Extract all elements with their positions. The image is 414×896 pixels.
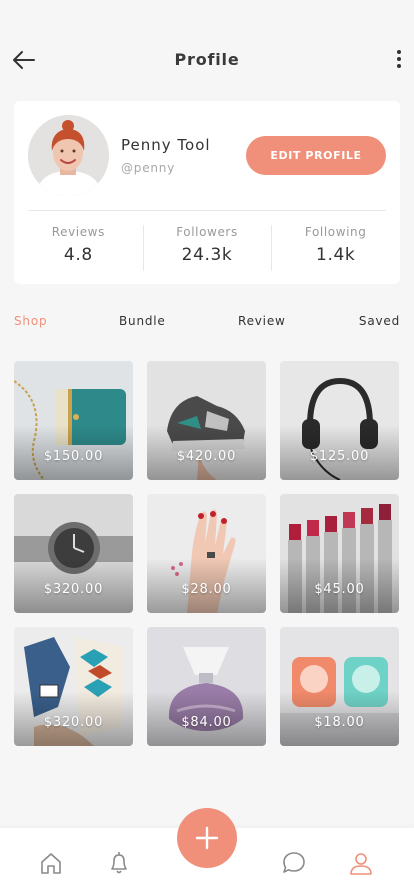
header: Profile xyxy=(0,0,414,100)
product-tile[interactable]: $125.00 xyxy=(280,361,399,480)
tab-saved[interactable]: Saved xyxy=(359,314,400,328)
divider xyxy=(28,210,386,211)
product-tile[interactable]: $420.00 xyxy=(147,361,266,480)
nav-notifications[interactable] xyxy=(106,850,132,876)
product-tile[interactable]: $320.00 xyxy=(14,627,133,746)
add-button[interactable] xyxy=(177,808,237,868)
user-icon xyxy=(350,853,372,875)
product-tile[interactable]: $45.00 xyxy=(280,494,399,613)
product-price: $320.00 xyxy=(43,715,104,730)
tab-shop[interactable]: Shop xyxy=(14,314,47,328)
dot-icon xyxy=(397,64,401,68)
edit-profile-button[interactable]: EDIT PROFILE xyxy=(246,136,386,175)
product-tile[interactable]: $150.00 xyxy=(14,361,133,480)
tab-review[interactable]: Review xyxy=(238,314,286,328)
product-price: $125.00 xyxy=(309,449,370,464)
nav-profile[interactable] xyxy=(348,850,374,876)
product-tile[interactable]: $28.00 xyxy=(147,494,266,613)
product-tile[interactable]: $18.00 xyxy=(280,627,399,746)
profile-tabs: Shop Bundle Review Saved xyxy=(14,314,400,334)
stat-value: 1.4k xyxy=(316,245,356,265)
product-tile[interactable]: $320.00 xyxy=(14,494,133,613)
page-title: Profile xyxy=(174,50,240,69)
home-icon xyxy=(41,853,61,874)
nav-messages[interactable] xyxy=(281,850,307,876)
nav-home[interactable] xyxy=(38,850,64,876)
chat-icon xyxy=(283,852,305,873)
bell-icon xyxy=(111,852,127,874)
stat-followers[interactable]: Followers 24.3k xyxy=(142,225,272,271)
product-price: $18.00 xyxy=(314,715,365,730)
stat-label: Following xyxy=(304,225,367,239)
more-options-button[interactable] xyxy=(394,48,404,72)
product-price: $320.00 xyxy=(43,582,104,597)
dot-icon xyxy=(397,50,401,54)
profile-name: Penny Tool xyxy=(121,136,211,154)
product-grid: $150.00 $420.00 $125.00 $320.00 $28.00 $… xyxy=(14,361,400,746)
dot-icon xyxy=(397,57,401,61)
avatar xyxy=(28,115,109,196)
stat-value: 4.8 xyxy=(63,245,93,265)
profile-card: Penny Tool @penny EDIT PROFILE Reviews 4… xyxy=(14,101,400,284)
product-price: $84.00 xyxy=(181,715,232,730)
stat-label: Reviews xyxy=(51,225,105,239)
stat-label: Followers xyxy=(176,225,238,239)
product-tile[interactable]: $84.00 xyxy=(147,627,266,746)
product-price: $150.00 xyxy=(43,449,104,464)
profile-stats: Reviews 4.8 Followers 24.3k Following 1.… xyxy=(14,225,400,271)
stat-reviews[interactable]: Reviews 4.8 xyxy=(14,225,143,271)
stat-following[interactable]: Following 1.4k xyxy=(271,225,400,271)
plus-icon xyxy=(195,826,219,850)
tab-bundle[interactable]: Bundle xyxy=(119,314,166,328)
product-price: $28.00 xyxy=(181,582,232,597)
product-price: $420.00 xyxy=(176,449,237,464)
product-price: $45.00 xyxy=(314,582,365,597)
stat-value: 24.3k xyxy=(181,245,233,265)
profile-handle: @penny xyxy=(121,161,176,175)
